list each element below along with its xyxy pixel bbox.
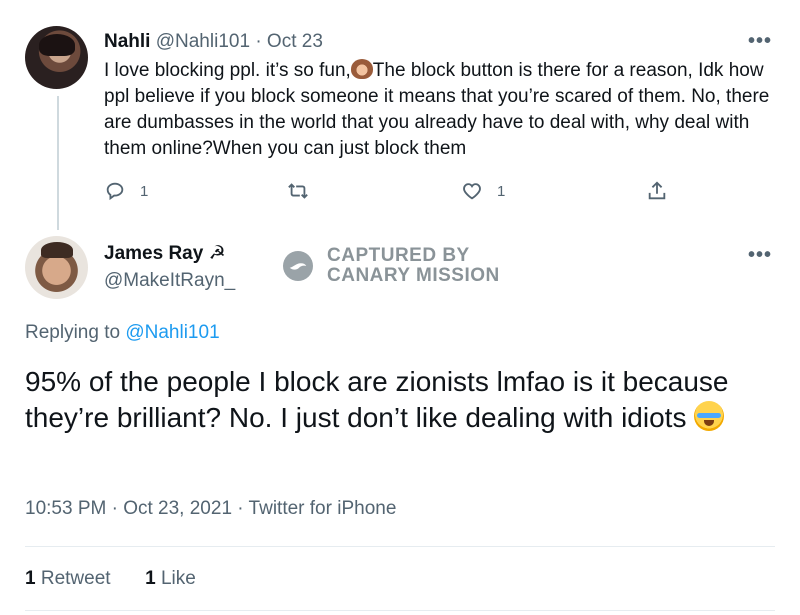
divider (25, 610, 775, 611)
replying-to: Replying to @Nahli101 (25, 322, 220, 344)
tweet-text-part: I love blocking ppl. it’s so fun, (104, 60, 351, 81)
tweet-text: 95% of the people I block are zionists l… (25, 366, 729, 433)
thread-connector-line (57, 96, 59, 230)
watermark-line: CAPTURED BY (327, 245, 470, 266)
likes-stat[interactable]: 1 Like (145, 568, 196, 589)
handle[interactable]: @MakeItRayn_ (104, 270, 235, 292)
reply-count: 1 (140, 182, 149, 200)
more-icon[interactable]: ••• (748, 244, 772, 267)
retweets-stat[interactable]: 1 Retweet (25, 568, 111, 589)
avatar[interactable] (25, 236, 88, 299)
engagement-stats: 1 Retweet 1 Like (25, 568, 196, 590)
separator: · (255, 31, 262, 52)
canary-mission-watermark: CAPTURED BY CANARY MISSION (283, 246, 500, 286)
retweet-count: 1 (25, 568, 36, 589)
like-button[interactable]: 1 (461, 178, 505, 204)
reply-button[interactable]: 1 (104, 178, 148, 204)
see-no-evil-monkey-emoji (350, 59, 373, 79)
retweet-icon (288, 183, 308, 199)
retweet-button[interactable] (287, 178, 309, 204)
display-name[interactable]: James Ray ☭ (104, 242, 226, 265)
parent-tweet-text: I love blocking ppl. it’s so fun, The blo… (104, 58, 780, 162)
parent-tweet-header: Nahli @Nahli101 · Oct 23 (104, 31, 323, 53)
like-label: Like (160, 568, 196, 589)
tweet-date[interactable]: Oct 23 (267, 31, 323, 52)
replying-handle-link[interactable]: @Nahli101 (125, 322, 219, 343)
share-button[interactable] (646, 178, 668, 204)
main-tweet-text: 95% of the people I block are zionists l… (25, 364, 775, 436)
crying-face-emoji (694, 401, 725, 431)
replying-prefix: Replying to (25, 322, 121, 343)
more-icon[interactable]: ••• (748, 30, 772, 53)
retweet-label: Retweet (40, 568, 111, 589)
tweet-timestamp[interactable]: 10:53 PM · Oct 23, 2021 · Twitter for iP… (25, 498, 396, 520)
like-count: 1 (497, 182, 506, 200)
parent-tweet-actions: 1 1 (104, 178, 666, 204)
watermark-text: CAPTURED BY CANARY MISSION (327, 246, 500, 286)
share-icon (648, 181, 666, 200)
reply-icon (106, 182, 124, 201)
canary-mission-logo (283, 251, 313, 281)
like-count: 1 (145, 568, 156, 589)
divider (25, 546, 775, 547)
display-name[interactable]: Nahli (104, 31, 150, 52)
handle[interactable]: @Nahli101 (156, 31, 250, 52)
like-icon (463, 183, 481, 200)
watermark-line: CANARY MISSION (327, 265, 500, 286)
avatar[interactable] (25, 26, 88, 89)
